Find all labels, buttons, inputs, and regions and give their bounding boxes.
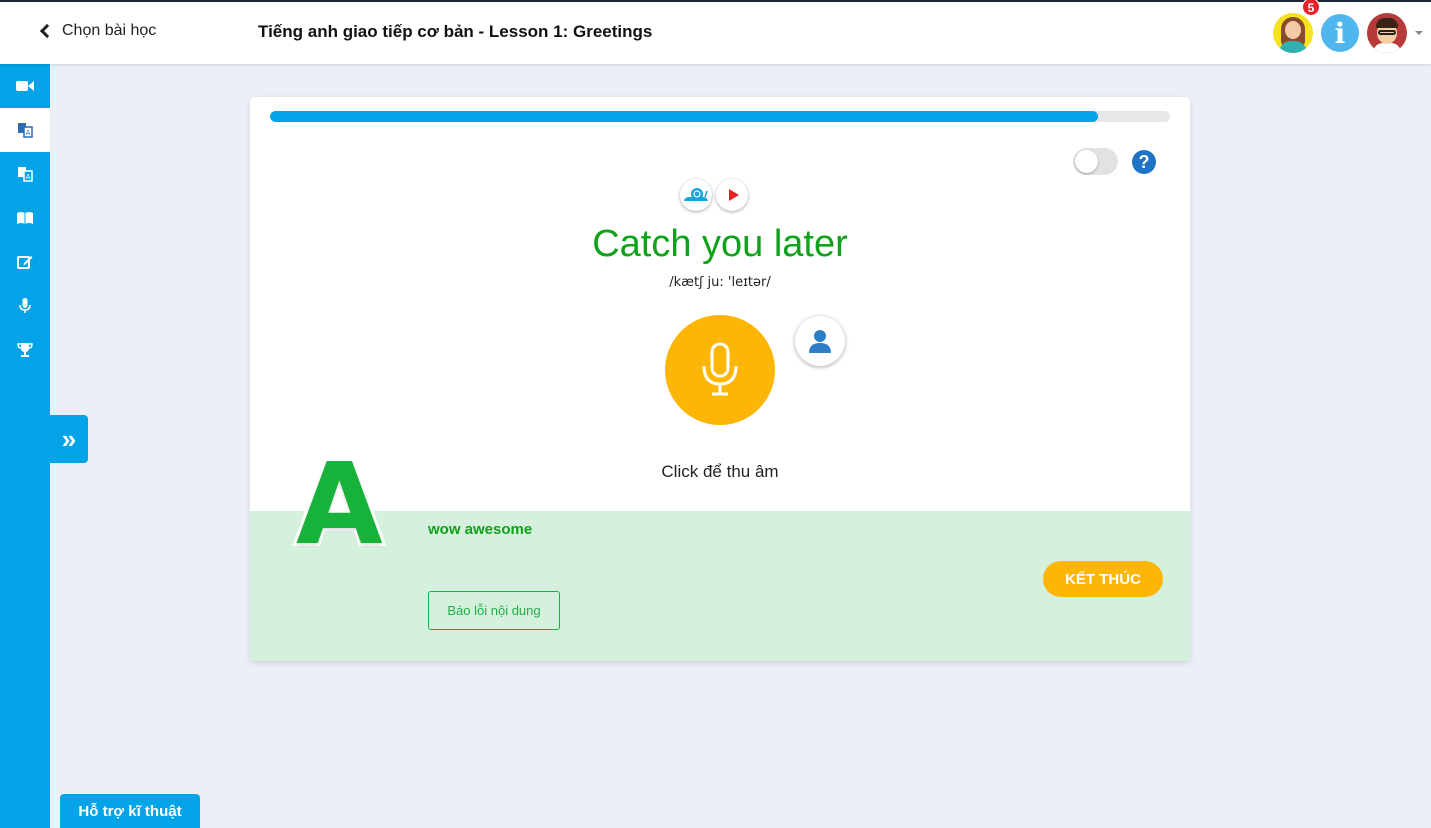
svg-text:A: A xyxy=(26,129,31,137)
translate-icon: A xyxy=(18,167,33,182)
svg-text:A: A xyxy=(26,173,31,181)
trophy-icon xyxy=(17,343,33,357)
teacher-avatar[interactable] xyxy=(1273,13,1313,53)
chevron-down-icon[interactable] xyxy=(1415,31,1423,35)
info-button[interactable]: i xyxy=(1321,14,1359,52)
finish-button[interactable]: KẾT THÚC xyxy=(1043,561,1163,597)
play-my-recording-button[interactable] xyxy=(795,316,845,366)
sidebar-item-video[interactable] xyxy=(0,64,50,108)
report-content-button[interactable]: Báo lỗi nội dung xyxy=(428,591,560,630)
user-avatar[interactable] xyxy=(1367,13,1407,53)
expand-sidebar-button[interactable]: » xyxy=(50,415,88,463)
lesson-title: Tiếng anh giao tiếp cơ bản - Lesson 1: G… xyxy=(258,22,653,41)
progress-bar xyxy=(270,111,1170,122)
sidebar-item-reading[interactable] xyxy=(0,196,50,240)
sidebar-item-speaking[interactable] xyxy=(0,284,50,328)
microphone-icon xyxy=(19,298,31,313)
play-audio-button[interactable] xyxy=(716,179,748,211)
tech-support-button[interactable]: Hỗ trợ kĩ thuật xyxy=(60,794,200,828)
help-button[interactable]: ? xyxy=(1132,150,1156,174)
sidebar-item-vocabulary[interactable]: A xyxy=(0,108,50,152)
record-hint: Click để thu âm xyxy=(661,462,779,481)
progress-fill xyxy=(270,111,1098,122)
translate-icon: A xyxy=(18,123,33,138)
sidebar-item-phrases[interactable]: A xyxy=(0,152,50,196)
feedback-text: wow awesome xyxy=(428,521,533,538)
back-label: Chọn bài học xyxy=(62,22,157,39)
header-actions: i xyxy=(1273,13,1423,53)
record-button[interactable] xyxy=(665,315,775,425)
lesson-card: ? Catch you later /kætʃ ju: 'leɪtər/ Cli… xyxy=(250,97,1190,661)
microphone-icon xyxy=(702,342,738,396)
open-book-icon xyxy=(17,212,33,224)
snail-icon xyxy=(684,188,708,201)
chevron-left-icon xyxy=(39,23,55,39)
slow-play-button[interactable] xyxy=(680,179,712,211)
sidebar-item-ranking[interactable] xyxy=(0,328,50,372)
video-camera-icon xyxy=(16,81,34,91)
audio-controls xyxy=(680,179,748,211)
edit-icon xyxy=(17,256,33,269)
play-icon xyxy=(728,189,739,201)
target-phrase: Catch you later xyxy=(592,223,848,265)
score-grade: A xyxy=(293,440,386,570)
sidebar: A A xyxy=(0,64,50,828)
phrase-ipa: /kætʃ ju: 'leɪtər/ xyxy=(669,275,771,290)
sidebar-item-exercise[interactable] xyxy=(0,240,50,284)
user-icon xyxy=(809,330,831,353)
mode-toggle[interactable] xyxy=(1073,148,1118,175)
top-bar: Chọn bài học Tiếng anh giao tiếp cơ bản … xyxy=(0,0,1431,64)
back-to-lessons-button[interactable]: Chọn bài học xyxy=(38,22,156,40)
